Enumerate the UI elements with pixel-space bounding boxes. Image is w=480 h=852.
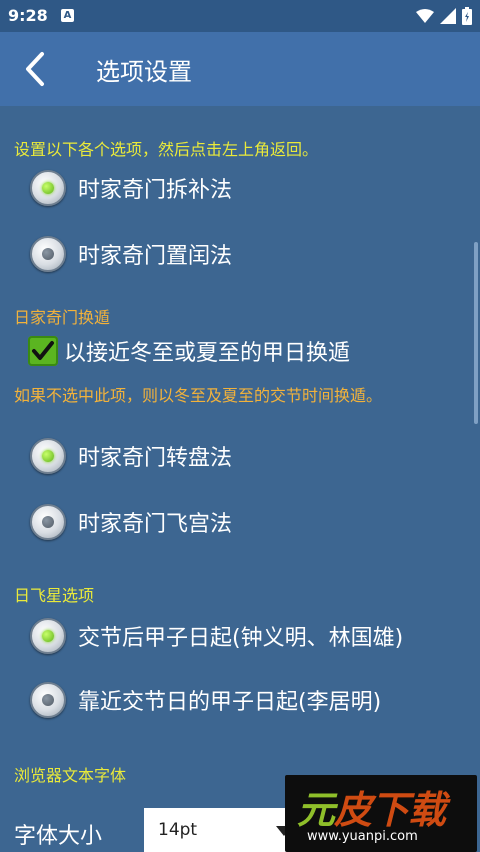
- radio-button[interactable]: [30, 618, 66, 654]
- font-size-select[interactable]: 14pt: [144, 808, 300, 852]
- scrollbar[interactable]: [474, 242, 478, 424]
- notification-icon: A: [61, 9, 74, 22]
- wifi-icon: [416, 9, 434, 23]
- radio-unselected-dot: [42, 516, 54, 528]
- page-title: 选项设置: [96, 58, 192, 86]
- status-time: 9:28: [8, 6, 48, 25]
- check-icon: [32, 341, 54, 360]
- radio-button[interactable]: [30, 504, 66, 540]
- option-label: 时家奇门拆补法: [78, 178, 233, 203]
- option-feigong[interactable]: 时家奇门飞宫法: [30, 500, 232, 544]
- checkbox-row[interactable]: 以接近冬至或夏至的甲日换遁: [28, 334, 350, 368]
- checkbox-label: 以接近冬至或夏至的甲日换遁: [64, 341, 351, 366]
- option-chaibu[interactable]: 时家奇门拆补法: [30, 166, 232, 210]
- radio-button[interactable]: [30, 170, 66, 206]
- option-zhirun[interactable]: 时家奇门置闰法: [30, 232, 232, 276]
- radio-selected-dot: [42, 450, 54, 462]
- font-size-label: 字体大小: [14, 824, 103, 849]
- option-jiaojie[interactable]: 交节后甲子日起(钟义明、林国雄): [30, 614, 403, 658]
- signal-icon: [440, 8, 456, 24]
- radio-unselected-dot: [42, 248, 54, 260]
- radio-button[interactable]: [30, 438, 66, 474]
- option-label: 时家奇门转盘法: [78, 446, 233, 471]
- checkbox[interactable]: [28, 336, 58, 366]
- back-arrow-icon[interactable]: [20, 50, 50, 88]
- radio-selected-dot: [42, 630, 54, 642]
- status-bar: 9:28 A: [0, 0, 480, 32]
- instruction-text: 设置以下各个选项，然后点击左上角返回。: [14, 140, 319, 159]
- battery-icon: [462, 7, 472, 25]
- checkbox-note: 如果不选中此项，则以冬至及夏至的交节时间换遁。: [14, 386, 383, 405]
- option-label: 时家奇门飞宫法: [78, 512, 233, 537]
- radio-unselected-dot: [42, 694, 54, 706]
- section-heading-rijia: 日家奇门换遁: [14, 308, 111, 327]
- status-icons: [416, 7, 472, 25]
- option-zhuanpan[interactable]: 时家奇门转盘法: [30, 434, 232, 478]
- app-bar: 选项设置: [0, 32, 480, 106]
- settings-content: 设置以下各个选项，然后点击左上角返回。 时家奇门拆补法 时家奇门置闰法 日家奇门…: [0, 106, 480, 852]
- section-heading-feixing: 日飞星选项: [14, 586, 95, 605]
- option-label: 时家奇门置闰法: [78, 244, 233, 269]
- section-heading-font: 浏览器文本字体: [14, 766, 127, 785]
- watermark-url: www.yuanpi.com: [307, 829, 418, 844]
- radio-button[interactable]: [30, 236, 66, 272]
- option-label: 交节后甲子日起(钟义明、林国雄): [78, 626, 404, 651]
- watermark-title: 元皮下载: [297, 788, 446, 832]
- radio-button[interactable]: [30, 682, 66, 718]
- radio-selected-dot: [42, 182, 54, 194]
- option-kaojin[interactable]: 靠近交节日的甲子日起(李居明): [30, 678, 381, 722]
- option-label: 靠近交节日的甲子日起(李居明): [78, 690, 382, 715]
- font-size-value: 14pt: [158, 820, 198, 840]
- watermark-logo: 元皮下载 www.yuanpi.com: [285, 775, 477, 852]
